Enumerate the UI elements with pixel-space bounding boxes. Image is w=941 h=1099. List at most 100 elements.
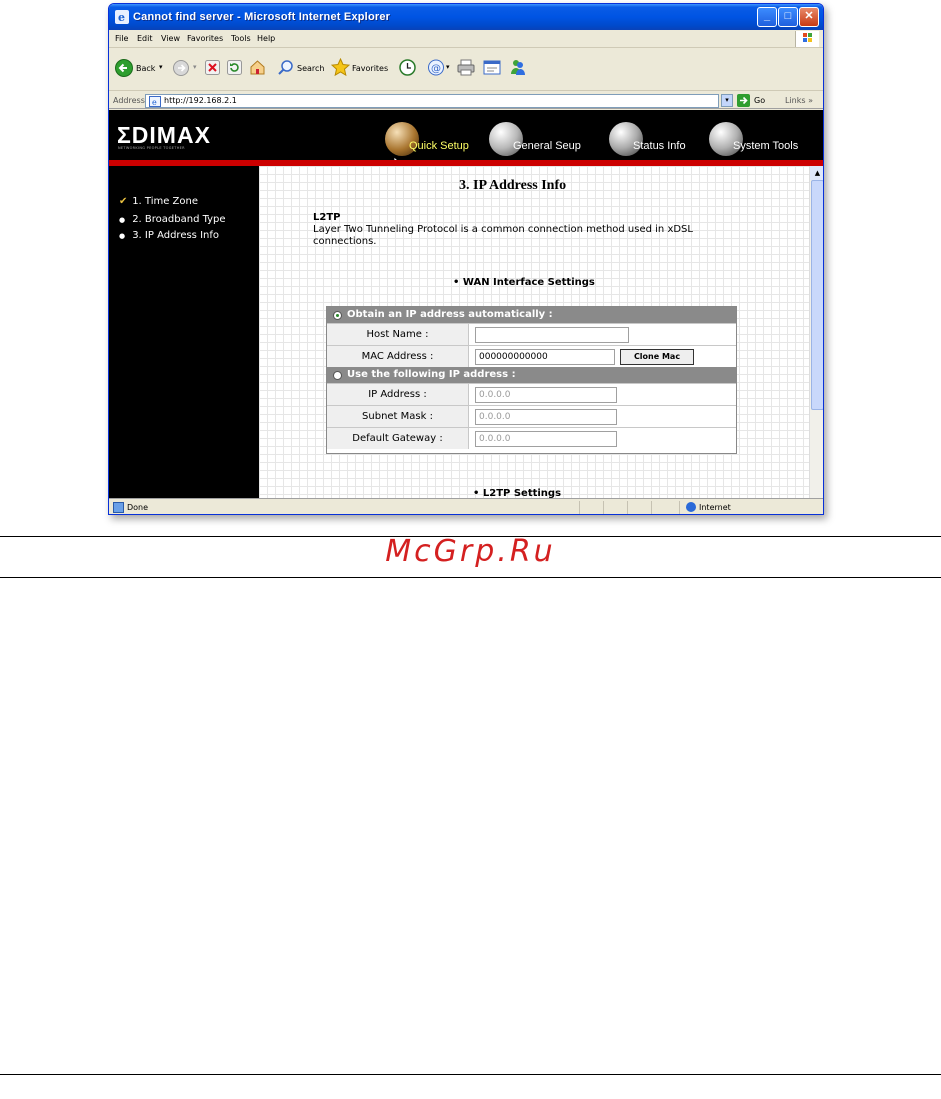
address-input[interactable]: e http://192.168.2.1 <box>145 94 719 108</box>
document-rule-middle <box>0 577 941 578</box>
content-pane: 3. IP Address Info L2TP Layer Two Tunnel… <box>259 166 809 498</box>
page-done-icon <box>113 502 124 513</box>
favorites-label[interactable]: Favorites <box>352 64 388 73</box>
static-ip-radio[interactable] <box>333 371 342 380</box>
address-dropdown-icon[interactable]: ▾ <box>721 94 733 107</box>
step-label: 1. Time Zone <box>132 196 199 207</box>
setup-steps-sidebar: ✔ 1. Time Zone ● 2. Broadband Type ● 3. … <box>109 166 259 498</box>
watermark: McGrp.Ru <box>385 534 556 569</box>
status-separator <box>679 501 680 514</box>
status-separator <box>579 501 580 514</box>
logo-tagline: NETWORKING PEOPLE TOGETHER <box>118 146 185 150</box>
nav-label: System Tools <box>733 140 799 152</box>
back-label[interactable]: Back <box>136 64 155 73</box>
clone-mac-button[interactable]: Clone Mac <box>620 349 694 365</box>
menu-edit[interactable]: Edit <box>137 34 153 43</box>
history-icon[interactable] <box>399 59 416 76</box>
menu-tools[interactable]: Tools <box>231 34 251 43</box>
bullet-icon: ● <box>119 232 126 240</box>
default-gateway-label: Default Gateway : <box>327 428 469 449</box>
nav-label: General Seup <box>513 140 581 152</box>
bullet-icon: ● <box>119 216 126 224</box>
step-broadband-type[interactable]: ● 2. Broadband Type <box>119 214 226 225</box>
mac-address-label: MAC Address : <box>327 346 469 367</box>
protocol-name: L2TP <box>313 212 341 223</box>
protocol-description: Layer Two Tunneling Protocol is a common… <box>313 224 693 247</box>
menu-bar: File Edit View Favorites Tools Help <box>109 30 823 48</box>
mac-address-row: MAC Address : 000000000000 Clone Mac <box>327 345 736 367</box>
auto-ip-section[interactable]: Obtain an IP address automatically : <box>327 307 736 323</box>
search-icon[interactable] <box>277 59 294 76</box>
vertical-scrollbar[interactable]: ▲ <box>809 166 823 498</box>
close-button[interactable]: ✕ <box>799 7 819 27</box>
windows-flag-icon <box>795 31 819 47</box>
menu-favorites[interactable]: Favorites <box>187 34 223 43</box>
security-zone: Internet <box>699 503 731 512</box>
step-time-zone[interactable]: ✔ 1. Time Zone <box>119 196 198 207</box>
page-title: 3. IP Address Info <box>459 178 567 193</box>
maximize-button[interactable]: □ <box>778 7 798 27</box>
static-ip-label: Use the following IP address : <box>347 369 516 380</box>
ie-icon: e <box>115 10 129 24</box>
print-icon[interactable] <box>457 59 475 76</box>
auto-ip-label: Obtain an IP address automatically : <box>347 309 553 320</box>
window-title: Cannot find server - Microsoft Internet … <box>133 11 391 23</box>
address-label: Address <box>113 96 145 105</box>
wan-settings-heading: • WAN Interface Settings <box>453 277 595 288</box>
forward-arrow-icon[interactable] <box>173 60 189 76</box>
internet-globe-icon <box>686 502 696 512</box>
status-separator <box>627 501 628 514</box>
ip-address-label: IP Address : <box>327 384 469 405</box>
back-arrow-icon[interactable] <box>115 59 133 77</box>
edimax-logo: ΣDIMAX <box>117 122 211 148</box>
toolbar: Back ▾ ▾ Search Favorites @ ▾ <box>109 49 823 91</box>
stop-icon[interactable] <box>205 60 220 75</box>
host-name-input[interactable] <box>475 327 629 343</box>
mail-icon[interactable]: @ <box>427 59 445 76</box>
scroll-up-icon[interactable]: ▲ <box>810 166 823 180</box>
browser-window: e Cannot find server - Microsoft Interne… <box>108 3 824 515</box>
edit-icon[interactable] <box>483 59 501 76</box>
menu-file[interactable]: File <box>115 34 128 43</box>
home-icon[interactable] <box>249 59 266 76</box>
forward-dropdown-icon[interactable]: ▾ <box>193 63 197 71</box>
search-label[interactable]: Search <box>297 64 324 73</box>
check-icon: ✔ <box>119 196 128 207</box>
status-separator <box>603 501 604 514</box>
nav-label: Quick Setup <box>409 140 469 152</box>
host-name-label: Host Name : <box>327 324 469 345</box>
auto-ip-radio[interactable] <box>333 311 342 320</box>
l2tp-settings-heading: • L2TP Settings <box>473 488 562 498</box>
mac-address-input[interactable]: 000000000000 <box>475 349 615 365</box>
subnet-mask-label: Subnet Mask : <box>327 406 469 427</box>
address-bar: Address e http://192.168.2.1 ▾ Go Links … <box>109 92 823 109</box>
messenger-icon[interactable] <box>509 58 527 76</box>
default-gateway-row: Default Gateway : 0.0.0.0 <box>327 427 736 449</box>
mail-dropdown-icon[interactable]: ▾ <box>446 63 450 71</box>
back-dropdown-icon[interactable]: ▾ <box>159 63 163 71</box>
step-label: 2. Broadband Type <box>132 214 226 225</box>
title-bar: e Cannot find server - Microsoft Interne… <box>109 4 823 30</box>
document-rule-bottom <box>0 1074 941 1075</box>
ip-address-input[interactable]: 0.0.0.0 <box>475 387 617 403</box>
go-label[interactable]: Go <box>754 96 765 105</box>
static-ip-section[interactable]: Use the following IP address : <box>327 367 736 383</box>
step-label: 3. IP Address Info <box>132 230 219 241</box>
go-arrow-icon[interactable] <box>737 94 750 107</box>
default-gateway-input[interactable]: 0.0.0.0 <box>475 431 617 447</box>
scroll-thumb[interactable] <box>811 180 823 410</box>
page-viewport: ΣDIMAX NETWORKING PEOPLE TOGETHER Quick … <box>109 110 823 498</box>
subnet-mask-input[interactable]: 0.0.0.0 <box>475 409 617 425</box>
subnet-mask-row: Subnet Mask : 0.0.0.0 <box>327 405 736 427</box>
svg-text:e: e <box>152 98 157 107</box>
refresh-icon[interactable] <box>227 60 242 75</box>
menu-view[interactable]: View <box>161 34 180 43</box>
menu-help[interactable]: Help <box>257 34 275 43</box>
favorites-star-icon[interactable] <box>331 58 350 77</box>
page-icon: e <box>149 96 161 107</box>
minimize-button[interactable]: _ <box>757 7 777 27</box>
step-ip-address-info[interactable]: ● 3. IP Address Info <box>119 230 219 241</box>
links-button[interactable]: Links » <box>785 96 813 105</box>
address-url: http://192.168.2.1 <box>164 96 237 105</box>
status-text: Done <box>127 503 149 512</box>
